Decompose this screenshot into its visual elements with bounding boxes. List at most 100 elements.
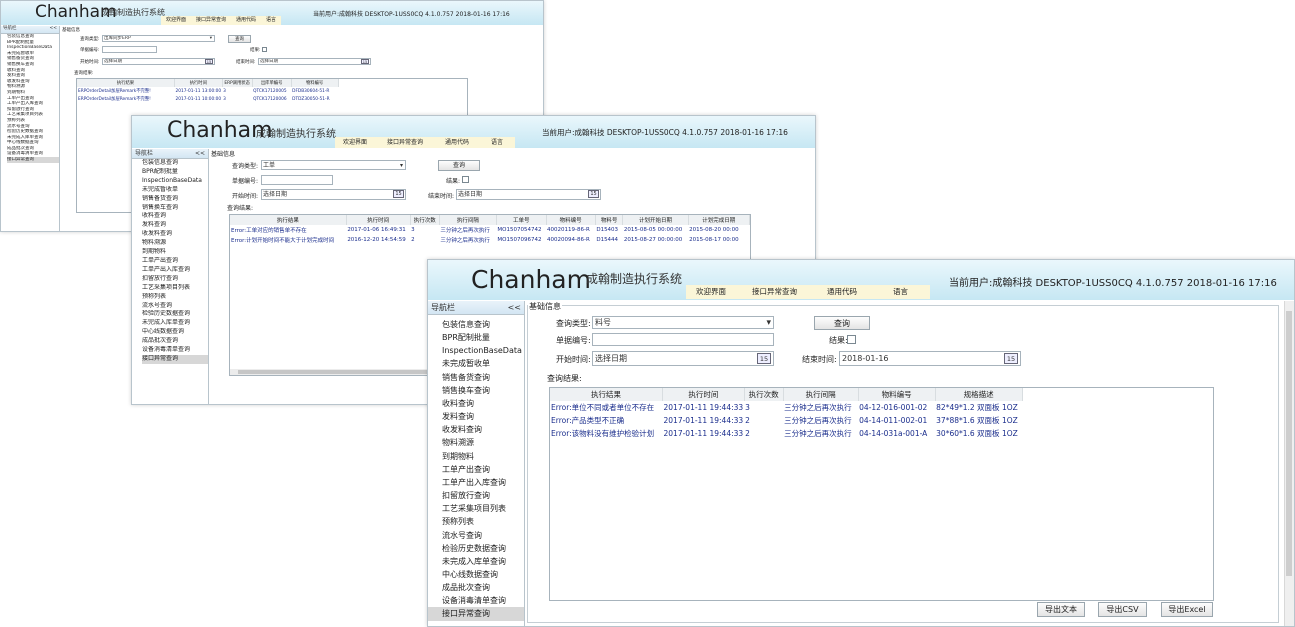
column-header[interactable]: 执行时间 [346,215,411,225]
nav-item-10[interactable]: 到期物料 [142,248,208,257]
column-header[interactable]: 执行结果 [550,388,663,401]
nav-item-2[interactable]: InspectionBaseData [142,177,208,186]
nav-item-3[interactable]: 未完成暂收单 [142,186,208,195]
export-text-button[interactable]: 导出文本 [1037,602,1085,617]
query-button[interactable]: 查询 [438,160,480,171]
nav-item-13[interactable]: 扣留放行查询 [142,275,208,284]
column-header[interactable]: 物料编号 [546,215,596,225]
doc-no-input[interactable] [102,46,157,53]
tab-interface-error[interactable]: 接口异常查询 [375,137,435,148]
nav-item-8[interactable]: 收发料查询 [142,230,208,239]
nav-item-18[interactable]: 未完成入库单查询 [442,555,524,568]
column-header[interactable]: 工单号 [496,215,547,225]
calendar-icon[interactable]: 15 [588,190,599,198]
nav-item-11[interactable]: 工单产出查询 [142,257,208,266]
tab-language[interactable]: 语言 [871,285,930,299]
result-flag-checkbox[interactable] [262,47,267,52]
column-header[interactable]: 执行时间 [174,79,223,87]
table-row[interactable]: ERPOrderDetail加层Remark不完整! 2017-01-11 13… [77,87,338,95]
nav-item-10[interactable]: 到期物料 [442,450,524,463]
start-time-input[interactable]: 选择日期 15 [261,189,406,200]
column-header[interactable]: 计划开始日期 [622,215,689,225]
tab-welcome[interactable]: 欢迎界面 [335,137,375,148]
export-excel-button[interactable]: 导出Excel [1161,602,1213,617]
column-header[interactable]: 计划完成日期 [688,215,750,225]
table-row[interactable]: ERPOrderDetail加层Remark不完整! 2017-01-11 10… [77,95,338,103]
calendar-icon[interactable]: 15 [205,59,213,64]
nav-item-19[interactable]: 中心线数据查询 [442,568,524,581]
tab-welcome[interactable]: 欢迎界面 [161,16,191,25]
tab-interface-error[interactable]: 接口异常查询 [736,285,813,299]
nav-item-8[interactable]: 收发料查询 [442,423,524,436]
nav-item-6[interactable]: 收料查询 [442,397,524,410]
end-time-input[interactable]: 选择日期 15 [456,189,601,200]
result-flag-checkbox[interactable] [462,176,469,183]
nav-item-17[interactable]: 检验历史数据查询 [142,310,208,319]
nav-item-12[interactable]: 工单产出入库查询 [142,266,208,275]
table-row[interactable]: Error:产品类型不正确 2017-01-11 19:44:33 2 三分钟之… [550,414,1022,427]
nav-item-2[interactable]: InspectionBaseData [7,45,59,51]
column-header[interactable]: 执行结果 [230,215,347,225]
nav-item-11[interactable]: 工单产出查询 [442,463,524,476]
calendar-icon[interactable]: 15 [757,353,771,364]
nav-item-9[interactable]: 物料溯源 [442,436,524,449]
query-button[interactable]: 查询 [814,316,870,330]
column-header[interactable]: 执行时间 [662,388,745,401]
start-time-input[interactable]: 选择日期 15 [592,351,774,366]
nav-item-0[interactable]: 包装信息查询 [442,318,524,331]
nav-item-7[interactable]: 发料查询 [442,410,524,423]
query-type-select[interactable]: 出库同步ERP ▾ [102,35,215,42]
nav-item-3[interactable]: 未完成暂收单 [442,357,524,370]
column-header[interactable]: 规格描述 [935,388,1023,401]
tab-welcome[interactable]: 欢迎界面 [686,285,736,299]
calendar-icon[interactable]: 15 [393,190,404,198]
calendar-icon[interactable]: 15 [1004,353,1018,364]
column-header[interactable]: 执行间隔 [783,388,859,401]
scrollbar-thumb[interactable] [238,370,428,374]
nav-item-2[interactable]: InspectionBaseData [442,344,524,357]
table-row[interactable]: Error:工单对应的销售单不存在 2017-01-06 16:49:31 3 … [230,225,750,235]
table-row[interactable]: Error:该物料没有维护检验计划 2017-01-11 19:44:33 2 … [550,427,1022,440]
column-header[interactable]: 执行结果 [77,79,175,87]
nav-item-selected[interactable]: 接口异常查询 [142,354,208,364]
nav-collapse-button[interactable]: << [49,26,57,33]
nav-item-21[interactable]: 设备消毒清单查询 [142,346,208,355]
calendar-icon[interactable]: 15 [361,59,369,64]
nav-item-12[interactable]: 工单产出入库查询 [442,476,524,489]
nav-item-16[interactable]: 流水号查询 [142,302,208,311]
nav-item-4[interactable]: 销售备货查询 [142,195,208,204]
nav-item-15[interactable]: 预称列表 [442,515,524,528]
nav-item-5[interactable]: 销售换车查询 [142,204,208,213]
doc-no-input[interactable] [592,333,774,346]
end-time-input[interactable]: 选择日期 15 [258,58,371,65]
result-flag-checkbox[interactable] [847,335,856,344]
nav-item-14[interactable]: 工艺采集项目列表 [442,502,524,515]
column-header[interactable]: 出库单编号 [252,79,292,87]
query-type-select[interactable]: 工单 ▾ [261,160,406,170]
nav-collapse-button[interactable]: << [508,301,521,314]
column-header[interactable]: 物料编号 [291,79,339,87]
column-header[interactable]: 执行间隔 [439,215,497,225]
nav-item-16[interactable]: 流水号查询 [442,529,524,542]
nav-item-selected[interactable]: 接口异常查询 [428,607,524,621]
column-header[interactable]: 执行次数 [744,388,784,401]
nav-item-20[interactable]: 成品批次查询 [442,581,524,594]
start-time-input[interactable]: 选择日期 15 [102,58,215,65]
doc-no-input[interactable] [261,175,333,185]
nav-item-21[interactable]: 设备消毒清单查询 [442,594,524,607]
column-header[interactable]: 执行次数 [410,215,440,225]
nav-collapse-button[interactable]: << [195,149,205,158]
nav-item-5[interactable]: 销售换车查询 [442,384,524,397]
export-csv-button[interactable]: 导出CSV [1098,602,1147,617]
query-type-select[interactable]: 料号 ▾ [592,316,774,329]
nav-item-18[interactable]: 未完成入库单查询 [142,319,208,328]
tab-common-code[interactable]: 通用代码 [813,285,871,299]
end-time-input[interactable]: 2018-01-16 15 [839,351,1021,366]
column-header[interactable]: 物料编号 [858,388,936,401]
query-button[interactable]: 查询 [228,35,251,43]
nav-item-7[interactable]: 发料查询 [142,221,208,230]
nav-item-9[interactable]: 物料溯源 [142,239,208,248]
nav-item-0[interactable]: 包装信息查询 [142,159,208,168]
nav-item-13[interactable]: 扣留放行查询 [442,489,524,502]
nav-item-6[interactable]: 收料查询 [142,212,208,221]
